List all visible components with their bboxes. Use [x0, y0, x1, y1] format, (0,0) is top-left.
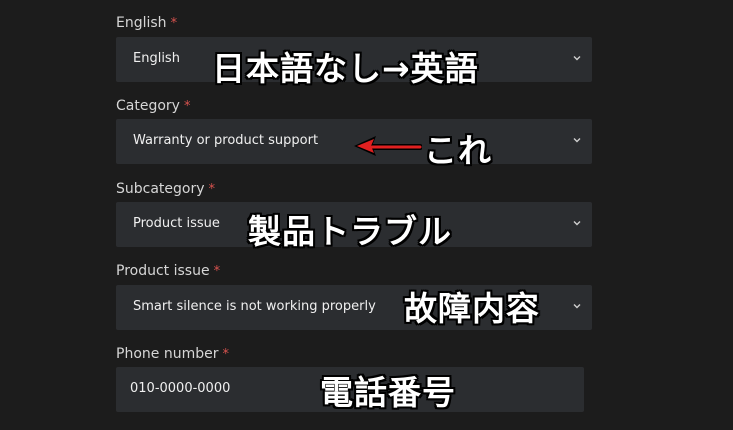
- required-mark: *: [213, 264, 221, 279]
- phone-label: Phone number *: [116, 346, 229, 362]
- subcategory-label: Subcategory *: [116, 181, 216, 197]
- chevron-down-icon: [572, 218, 582, 228]
- annotation-category: これ: [424, 131, 492, 170]
- category-label: Category *: [116, 98, 191, 114]
- chevron-down-icon: [572, 53, 582, 63]
- required-mark: *: [208, 182, 216, 197]
- product-issue-label: Product issue *: [116, 263, 221, 279]
- annotation-product-issue: 故障内容: [404, 289, 540, 328]
- phone-input-value: 010-0000-0000: [130, 381, 231, 396]
- category-select-value: Warranty or product support: [133, 133, 319, 148]
- language-select-value: English: [133, 51, 180, 66]
- subcategory-select-value: Product issue: [133, 216, 220, 231]
- red-arrow-left-icon: [354, 136, 422, 156]
- required-mark: *: [170, 16, 178, 31]
- required-mark: *: [183, 99, 191, 114]
- chevron-down-icon: [572, 135, 582, 145]
- chevron-down-icon: [572, 301, 582, 311]
- product-issue-select-value: Smart silence is not working properly: [133, 299, 376, 314]
- language-label: English *: [116, 15, 178, 31]
- annotation-phone: 電話番号: [320, 373, 456, 412]
- annotation-subcategory: 製品トラブル: [248, 212, 452, 251]
- required-mark: *: [222, 347, 229, 362]
- annotation-language: 日本語なし→英語: [212, 49, 479, 88]
